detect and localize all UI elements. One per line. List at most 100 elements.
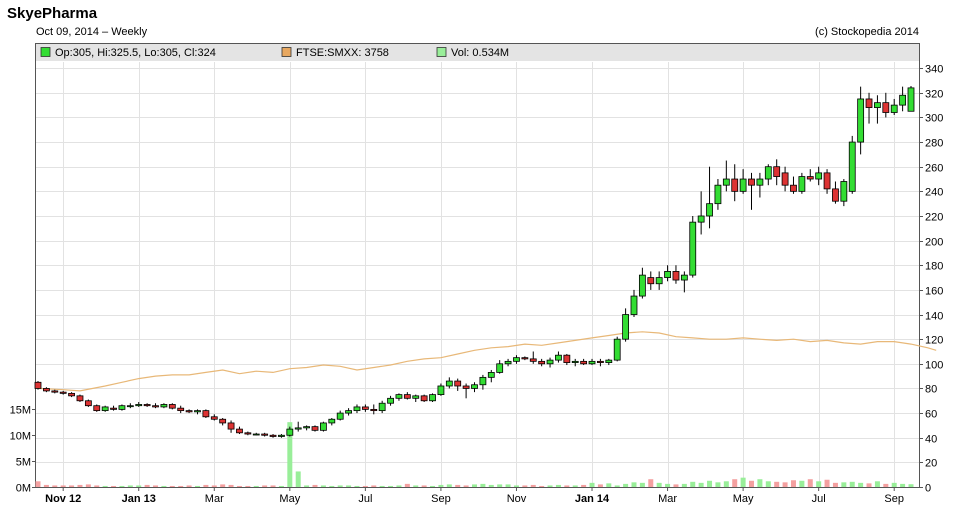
candle-body xyxy=(236,428,243,434)
candle-body xyxy=(496,363,504,373)
price-tick-label: 280 xyxy=(925,138,943,150)
volume-bar xyxy=(245,485,251,487)
volume-bar xyxy=(396,485,402,487)
candle-body xyxy=(706,203,713,217)
volume-bar xyxy=(421,485,427,487)
volume-bar xyxy=(505,484,511,487)
volume-bar xyxy=(807,479,813,487)
candle-body xyxy=(59,391,67,394)
candle-body xyxy=(412,395,420,399)
time-tick-label: Jul xyxy=(812,493,826,505)
volume-bar xyxy=(832,482,838,487)
price-tick-label: 260 xyxy=(925,163,943,175)
time-tick-label: Jan 13 xyxy=(122,493,156,505)
candle-body xyxy=(605,359,613,363)
price-tick-label: 40 xyxy=(925,434,937,446)
time-tick-label: Sep xyxy=(884,493,904,505)
volume-bar xyxy=(740,477,746,487)
candle-body xyxy=(597,360,604,363)
candle-body xyxy=(613,338,621,361)
volume-bar xyxy=(799,480,805,487)
candle-body xyxy=(823,172,831,190)
candle-body xyxy=(697,215,705,223)
candle-body xyxy=(361,406,369,410)
candle-body xyxy=(848,141,856,192)
candle-body xyxy=(487,372,495,378)
candle-body xyxy=(286,428,294,436)
volume-bar xyxy=(270,485,276,487)
volume-bar xyxy=(765,481,771,487)
candle-body xyxy=(546,359,554,365)
candle-body xyxy=(773,166,781,177)
volume-bar xyxy=(161,485,167,487)
volume-bar xyxy=(136,485,142,487)
candle-body xyxy=(42,388,50,392)
legend-swatch xyxy=(40,47,51,57)
candle-body xyxy=(764,166,772,180)
time-tick-label: Jan 14 xyxy=(575,493,610,505)
volume-bar xyxy=(908,484,914,487)
volume-bar xyxy=(581,484,587,487)
volume-bar xyxy=(111,485,117,487)
price-axis: 0 20 40 60 80 100 120 140 160 180 200 220 240 260 280 3… xyxy=(919,64,943,495)
candle-body xyxy=(521,357,529,360)
price-tick-label: 180 xyxy=(925,261,943,273)
volume-bar xyxy=(648,479,654,487)
legend-label: FTSE:SMXX: 3758 xyxy=(296,47,389,59)
candle-body xyxy=(168,404,176,409)
candle-body xyxy=(538,360,546,365)
volume-bar xyxy=(564,485,570,487)
price-tick-label: 120 xyxy=(925,335,943,347)
price-chart: Op:305, Hi:325.5, Lo:305, Cl:324 FTSE:SMX… xyxy=(10,43,943,505)
candle-body xyxy=(160,404,168,408)
time-tick-label: May xyxy=(279,493,300,505)
volume-bar xyxy=(278,485,284,487)
candle-body xyxy=(689,221,697,276)
volume-bar xyxy=(597,484,603,487)
candle-body xyxy=(529,358,537,362)
volume-bar xyxy=(715,482,721,487)
candle-body xyxy=(739,178,747,192)
volume-bar xyxy=(94,485,100,487)
candle-body xyxy=(294,427,302,430)
candle-body xyxy=(227,422,235,430)
candle-body xyxy=(806,176,814,180)
volume-bar xyxy=(346,485,352,487)
candle-body xyxy=(571,360,579,363)
volume-bar xyxy=(438,484,444,487)
candle-body xyxy=(395,394,403,399)
candle-body xyxy=(714,184,722,205)
volume-bar xyxy=(85,484,91,487)
candle-body xyxy=(278,434,285,437)
candle-body xyxy=(907,87,915,112)
candle-body xyxy=(437,385,445,396)
price-tick-label: 220 xyxy=(925,212,943,224)
candle-body xyxy=(664,271,671,278)
candle-body xyxy=(857,98,865,143)
candle-body xyxy=(261,433,269,436)
candle-body xyxy=(580,360,588,365)
volume-bar xyxy=(572,485,578,487)
legend-swatch xyxy=(281,47,292,57)
candle-body xyxy=(126,405,134,408)
candle-body xyxy=(34,381,42,389)
candle-body xyxy=(874,102,881,108)
volume-bar xyxy=(555,484,561,487)
candle-body xyxy=(118,405,126,410)
volume-bar xyxy=(530,484,536,487)
candle-body xyxy=(479,376,487,386)
volume-bar xyxy=(153,485,159,487)
legend-swatch xyxy=(436,47,447,57)
volume-bar xyxy=(178,485,184,487)
volume-bar xyxy=(379,485,385,487)
volume-bar xyxy=(874,481,880,487)
volume-bar xyxy=(690,481,696,487)
volume-bar xyxy=(698,482,704,487)
candle-body xyxy=(194,410,201,413)
legend-label: Vol: 0.534M xyxy=(451,47,509,59)
volume-bar xyxy=(488,484,494,487)
volume-bar xyxy=(43,484,49,487)
volume-bar xyxy=(236,485,242,487)
volume-bar xyxy=(371,485,377,487)
volume-bar xyxy=(522,485,528,487)
